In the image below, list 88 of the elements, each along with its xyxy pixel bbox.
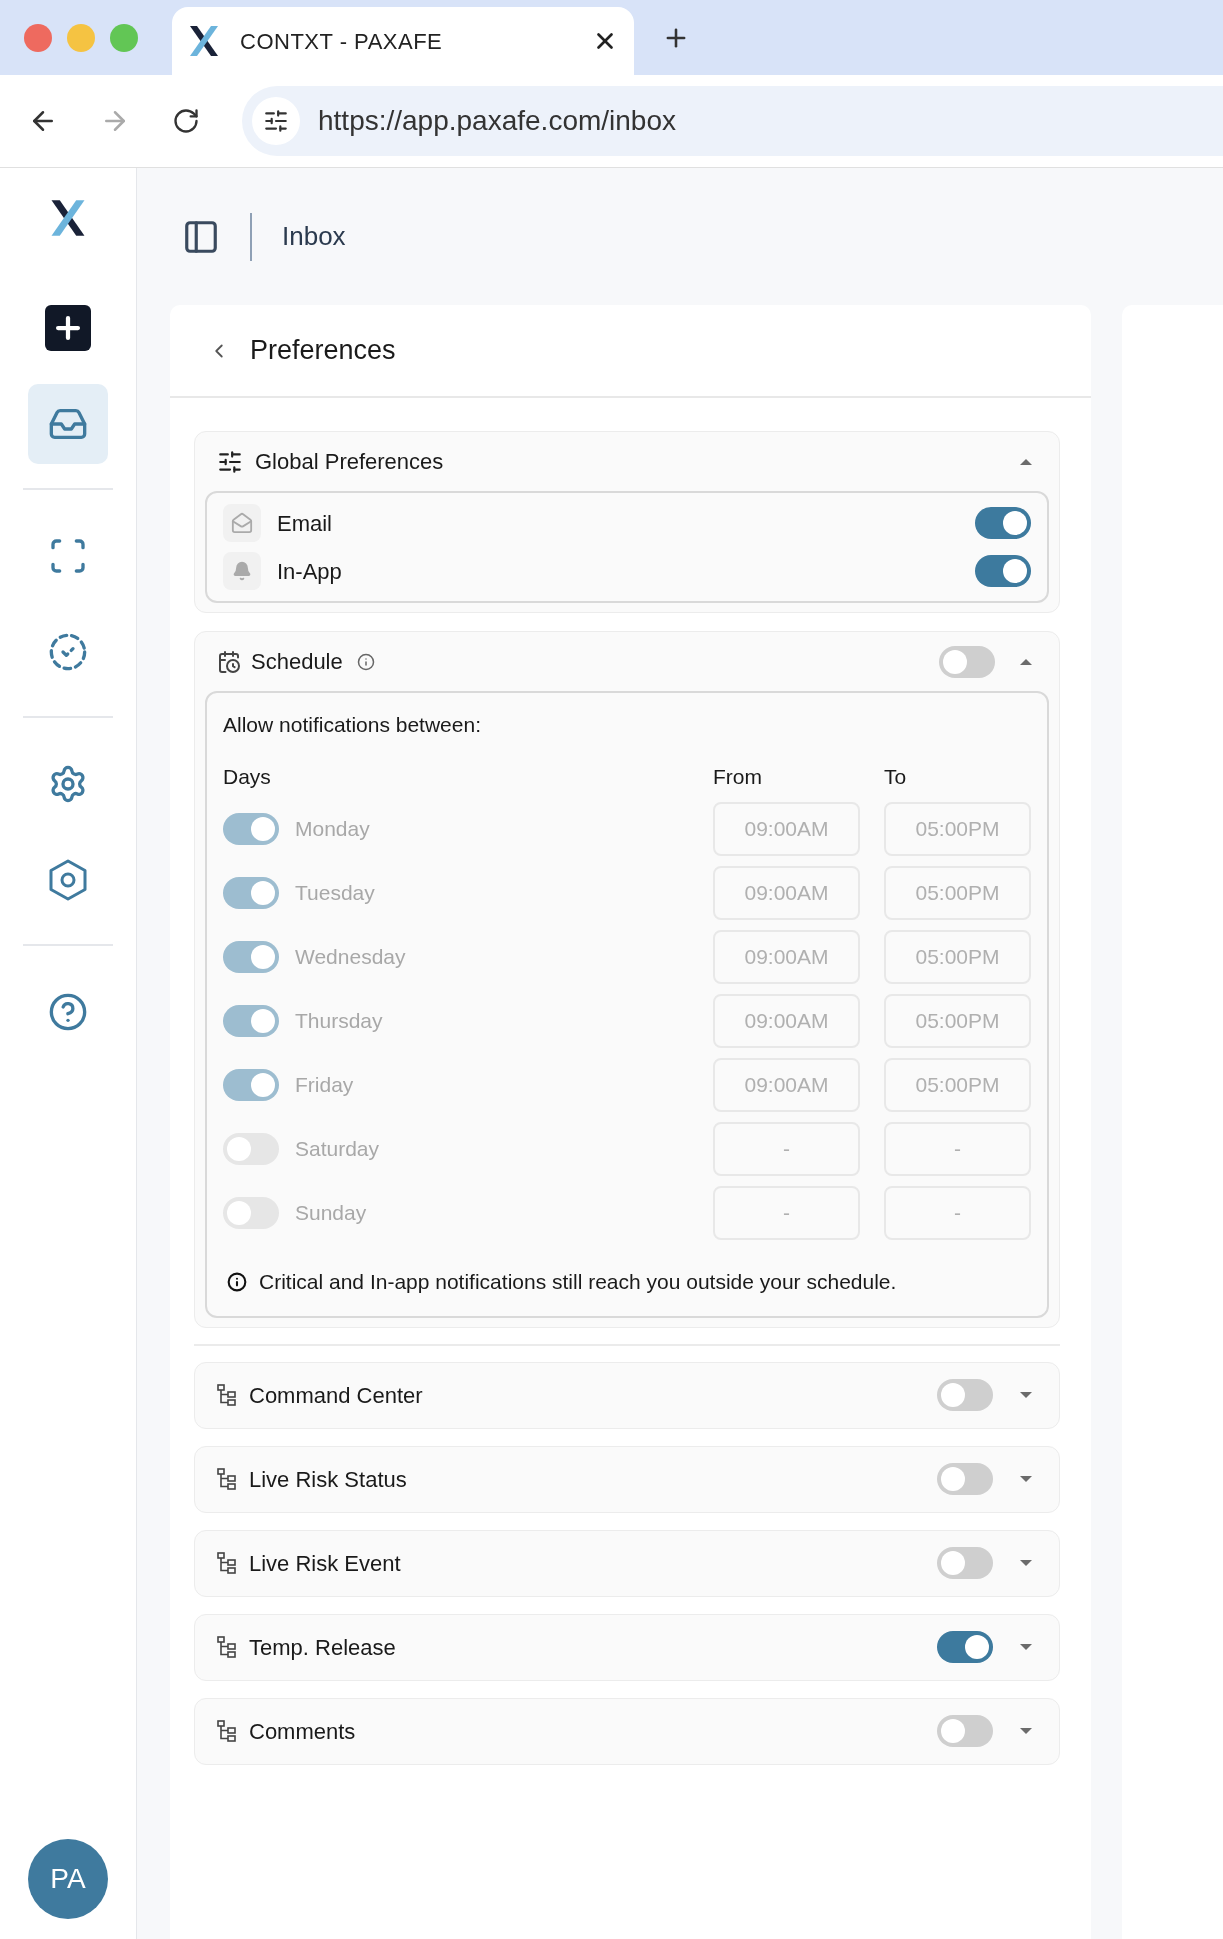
- time-field[interactable]: 05:00PM: [884, 802, 1031, 856]
- toggle-switch[interactable]: [223, 877, 279, 909]
- tree-icon: [217, 1720, 237, 1742]
- toggle-switch[interactable]: [937, 1631, 993, 1663]
- time-field[interactable]: 05:00PM: [884, 1058, 1031, 1112]
- caret-up-icon[interactable]: [1019, 657, 1033, 666]
- category-title: Comments: [249, 1717, 357, 1746]
- tab-title: CONTXT - PAXAFE: [240, 27, 444, 56]
- category-row[interactable]: Temp. Release: [194, 1613, 1060, 1681]
- category-row[interactable]: Comments: [194, 1697, 1060, 1765]
- caret-down-icon[interactable]: [1019, 1475, 1033, 1483]
- caret-down-icon[interactable]: [1019, 1727, 1033, 1735]
- time-field[interactable]: 05:00PM: [884, 994, 1031, 1048]
- mail-icon: [223, 504, 261, 542]
- category-row[interactable]: Command Center: [194, 1361, 1060, 1429]
- toggle-switch[interactable]: [975, 555, 1031, 587]
- category-title: Command Center: [249, 1381, 424, 1410]
- category-title: Live Risk Status: [249, 1465, 408, 1494]
- logo-icon: [188, 24, 220, 58]
- panel-title: Preferences: [250, 334, 396, 368]
- channel-label: Email: [277, 509, 333, 538]
- day-label: Friday: [295, 1072, 355, 1099]
- day-label: Monday: [295, 816, 371, 843]
- toggle-switch[interactable]: [939, 645, 995, 678]
- settings-icon: [48, 764, 88, 804]
- column-header: Days: [223, 763, 272, 790]
- add-button-icon: [45, 305, 91, 351]
- time-field[interactable]: 09:00AM: [713, 994, 860, 1048]
- time-field[interactable]: 09:00AM: [713, 930, 860, 984]
- bell-icon: [223, 552, 261, 590]
- tree-icon: [217, 1636, 237, 1658]
- day-label: Wednesday: [295, 944, 407, 971]
- time-field[interactable]: -: [884, 1122, 1031, 1176]
- time-field[interactable]: 05:00PM: [884, 866, 1031, 920]
- info-icon: [227, 1271, 247, 1292]
- caret-down-icon[interactable]: [1019, 1391, 1033, 1399]
- reload-icon: [172, 107, 200, 135]
- toggle-switch[interactable]: [975, 507, 1031, 539]
- day-label: Sunday: [295, 1200, 368, 1227]
- browser-tab[interactable]: CONTXT - PAXAFE: [172, 7, 634, 75]
- caret-down-icon[interactable]: [1019, 1559, 1033, 1567]
- time-field[interactable]: 09:00AM: [713, 866, 860, 920]
- address-bar[interactable]: https://app.paxafe.com/inbox: [242, 86, 1223, 156]
- tree-icon: [217, 1552, 237, 1574]
- schedule-intro: Allow notifications between:: [223, 712, 482, 738]
- day-label: Saturday: [295, 1136, 381, 1163]
- time-field[interactable]: -: [884, 1186, 1031, 1240]
- tree-icon: [217, 1468, 237, 1490]
- day-label: Tuesday: [295, 880, 376, 907]
- toggle-switch[interactable]: [937, 1715, 993, 1747]
- user-avatar[interactable]: PA: [28, 1839, 108, 1919]
- info-icon: [356, 652, 375, 671]
- day-label: Thursday: [295, 1008, 384, 1035]
- caret-up-icon[interactable]: [1019, 457, 1033, 466]
- toggle-switch[interactable]: [223, 813, 279, 845]
- category-row[interactable]: Live Risk Status: [194, 1445, 1060, 1513]
- category-row[interactable]: Live Risk Event: [194, 1529, 1060, 1597]
- channel-label: In-App: [277, 557, 343, 586]
- help-icon: [48, 992, 88, 1032]
- check-circle-icon: [48, 632, 88, 672]
- time-field[interactable]: 09:00AM: [713, 802, 860, 856]
- sliders-icon: [217, 448, 243, 475]
- time-field[interactable]: 05:00PM: [884, 930, 1031, 984]
- column-header: To: [884, 763, 908, 790]
- toggle-switch[interactable]: [937, 1379, 993, 1411]
- column-header: From: [713, 763, 763, 790]
- caret-down-icon[interactable]: [1019, 1643, 1033, 1651]
- time-field[interactable]: -: [713, 1122, 860, 1176]
- schedule-note: Critical and In-app notifications still reach you outside your schedule.: [259, 1269, 897, 1295]
- tree-icon: [217, 1384, 237, 1406]
- time-field[interactable]: -: [713, 1186, 860, 1240]
- page-header-title: Inbox: [282, 220, 346, 253]
- toggle-switch[interactable]: [223, 941, 279, 973]
- category-title: Live Risk Event: [249, 1549, 402, 1578]
- toggle-switch[interactable]: [223, 1005, 279, 1037]
- toggle-switch[interactable]: [937, 1547, 993, 1579]
- category-title: Temp. Release: [249, 1633, 397, 1662]
- toggle-switch[interactable]: [223, 1133, 279, 1165]
- site-settings-icon[interactable]: [252, 97, 300, 145]
- hexagon-settings-icon: [48, 859, 88, 901]
- section-title: Schedule: [251, 648, 343, 676]
- toggle-switch[interactable]: [223, 1069, 279, 1101]
- toggle-switch[interactable]: [223, 1197, 279, 1229]
- section-title: Global Preferences: [255, 448, 445, 476]
- time-field[interactable]: 09:00AM: [713, 1058, 860, 1112]
- scan-icon: [48, 536, 88, 576]
- calendar-clock-icon: [217, 649, 241, 674]
- toggle-switch[interactable]: [937, 1463, 993, 1495]
